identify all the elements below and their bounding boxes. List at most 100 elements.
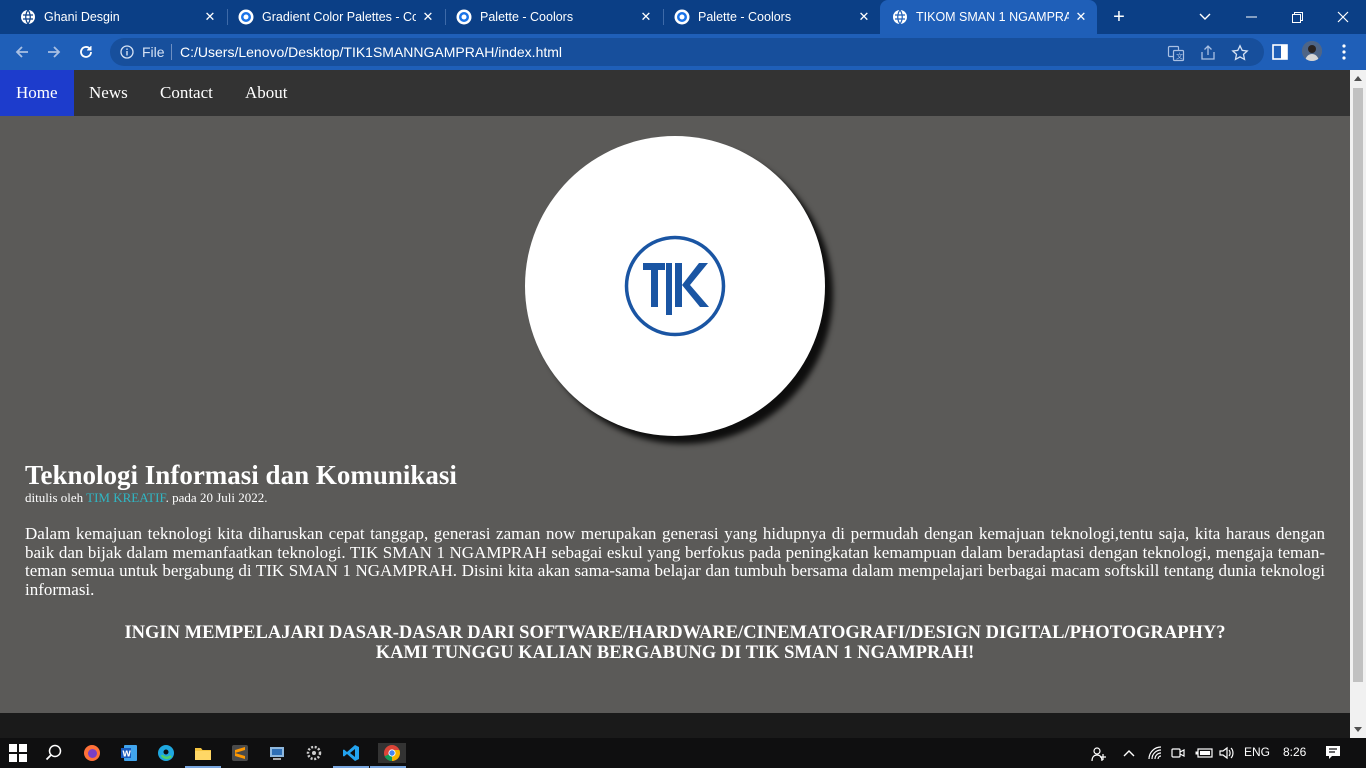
tab-palette-coolors-2[interactable]: Palette - Coolors ✕ xyxy=(654,0,880,34)
control-panel-icon xyxy=(270,747,284,760)
globe-icon xyxy=(21,9,35,25)
chrome-button[interactable] xyxy=(370,743,406,768)
side-panel-icon[interactable] xyxy=(1270,42,1290,62)
vscode-button[interactable] xyxy=(333,743,369,768)
close-icon xyxy=(1337,11,1349,23)
tab-title: Palette - Coolors xyxy=(698,10,792,24)
browser-toolbar: File C:/Users/Lenovo/Desktop/TIK1SMANNGA… xyxy=(0,34,1366,70)
close-tab-icon[interactable]: ✕ xyxy=(420,9,436,25)
vscode-icon xyxy=(343,745,359,761)
notification-icon[interactable] xyxy=(1325,745,1341,761)
coolors-icon xyxy=(238,9,254,25)
edge-icon xyxy=(158,745,174,761)
restore-icon xyxy=(1291,11,1303,23)
scheme-label: File xyxy=(142,44,165,60)
bookmark-star-icon[interactable] xyxy=(1231,44,1249,62)
tab-gradient-color-palettes[interactable]: Gradient Color Palettes - Coo ✕ xyxy=(218,0,444,34)
minimize-icon xyxy=(1245,16,1257,18)
cta-line-2: KAMI TUNGGU KALIAN BERGABUNG DI TIK SMAN… xyxy=(375,643,975,663)
back-button[interactable] xyxy=(10,40,34,64)
divider xyxy=(171,44,172,60)
url-text[interactable]: C:/Users/Lenovo/Desktop/TIK1SMANNGAMPRAH… xyxy=(180,44,562,60)
battery-icon[interactable] xyxy=(1195,747,1213,759)
firefox-button[interactable] xyxy=(82,743,102,763)
chrome-icon xyxy=(384,745,400,762)
vertical-scrollbar[interactable] xyxy=(1350,70,1366,738)
language-indicator[interactable]: ENG xyxy=(1244,745,1270,759)
nav-about-link[interactable]: About xyxy=(229,70,304,116)
svg-text:W: W xyxy=(122,749,131,758)
scroll-up-arrow[interactable] xyxy=(1354,76,1362,81)
scrollbar-thumb[interactable] xyxy=(1353,88,1363,682)
sublime-text-button[interactable] xyxy=(230,743,250,763)
close-tab-icon[interactable]: ✕ xyxy=(202,9,218,25)
close-tab-icon[interactable]: ✕ xyxy=(1073,9,1089,25)
profile-avatar[interactable] xyxy=(1302,41,1322,61)
arrow-left-icon xyxy=(15,46,28,58)
word-button[interactable]: W xyxy=(119,743,139,763)
tab-title: Ghani Desgin xyxy=(44,10,120,24)
tik-logo-icon xyxy=(624,235,726,337)
tab-tikom-sman[interactable]: TIKOM SMAN 1 NGAMPRAH ✕ xyxy=(880,0,1097,34)
settings-button[interactable] xyxy=(304,743,324,763)
share-icon[interactable] xyxy=(1199,44,1217,62)
tab-strip: Ghani Desgin ✕ Gradient Color Palettes -… xyxy=(0,0,1366,34)
reload-icon xyxy=(80,46,92,58)
translate-icon[interactable]: 文 xyxy=(1167,44,1185,62)
tab-title: Palette - Coolors xyxy=(480,10,574,24)
info-icon[interactable] xyxy=(120,45,134,59)
scroll-down-arrow[interactable] xyxy=(1354,727,1362,732)
tab-search-button[interactable] xyxy=(1182,0,1228,34)
call-to-action: INGIN MEMPELAJARI DASAR-DASAR DARI SOFTW… xyxy=(25,623,1325,663)
control-panel-button[interactable] xyxy=(267,743,287,763)
nav-news-link[interactable]: News xyxy=(73,70,144,116)
file-explorer-icon xyxy=(195,748,211,760)
sublime-text-icon xyxy=(232,745,248,761)
volume-icon[interactable] xyxy=(1219,746,1235,760)
chevron-up-icon[interactable] xyxy=(1123,749,1135,757)
cta-line-1: INGIN MEMPELAJARI DASAR-DASAR DARI SOFTW… xyxy=(124,623,1226,643)
tab-palette-coolors-1[interactable]: Palette - Coolors ✕ xyxy=(436,0,662,34)
tab-ghani-desgin[interactable]: Ghani Desgin ✕ xyxy=(0,0,226,34)
settings-icon xyxy=(306,745,322,761)
start-button[interactable] xyxy=(8,743,28,763)
author-link[interactable]: TIM KREATIF xyxy=(86,490,166,505)
article: Teknologi Informasi dan Komunikasi ditul… xyxy=(25,460,1325,663)
article-title: Teknologi Informasi dan Komunikasi xyxy=(25,460,457,490)
address-bar[interactable]: File C:/Users/Lenovo/Desktop/TIK1SMANNGA… xyxy=(110,38,1264,66)
close-window-button[interactable] xyxy=(1320,0,1366,34)
windows-taskbar: W ENG 8:26 xyxy=(0,738,1366,768)
close-tab-icon[interactable]: ✕ xyxy=(638,9,654,25)
forward-button[interactable] xyxy=(42,40,66,64)
nav-contact-link[interactable]: Contact xyxy=(144,70,229,116)
people-icon[interactable] xyxy=(1091,746,1107,762)
wifi-icon[interactable] xyxy=(1148,746,1164,760)
edge-button[interactable] xyxy=(156,743,176,763)
reload-button[interactable] xyxy=(74,40,98,64)
search-icon xyxy=(45,744,62,761)
byline-date: . pada 20 Juli 2022. xyxy=(165,490,268,505)
avatar-icon xyxy=(1302,41,1322,61)
tab-title: TIKOM SMAN 1 NGAMPRAH xyxy=(916,10,1069,24)
byline-prefix: ditulis oleh xyxy=(25,490,87,505)
file-explorer-button[interactable] xyxy=(185,743,221,768)
meet-now-icon[interactable] xyxy=(1171,746,1185,760)
menu-kebab-icon[interactable] xyxy=(1334,42,1354,62)
page-viewport: Home News Contact About Teknologi Inform… xyxy=(0,70,1350,713)
site-navigation: Home News Contact About xyxy=(0,70,1350,116)
coolors-icon xyxy=(456,9,472,25)
logo-circle xyxy=(525,136,825,436)
minimize-button[interactable] xyxy=(1228,0,1274,34)
coolors-icon xyxy=(674,9,690,25)
search-button[interactable] xyxy=(44,743,64,763)
restore-button[interactable] xyxy=(1274,0,1320,34)
article-byline: ditulis oleh TIM KREATIF. pada 20 Juli 2… xyxy=(25,490,1325,506)
globe-icon xyxy=(893,9,907,25)
clock[interactable]: 8:26 xyxy=(1283,745,1306,759)
word-icon: W xyxy=(121,745,137,761)
new-tab-button[interactable]: + xyxy=(1109,7,1129,27)
close-tab-icon[interactable]: ✕ xyxy=(856,9,872,25)
article-body: Dalam kemajuan teknologi kita diharuskan… xyxy=(25,524,1325,599)
page-footer xyxy=(0,713,1350,738)
nav-home-link[interactable]: Home xyxy=(0,70,74,116)
